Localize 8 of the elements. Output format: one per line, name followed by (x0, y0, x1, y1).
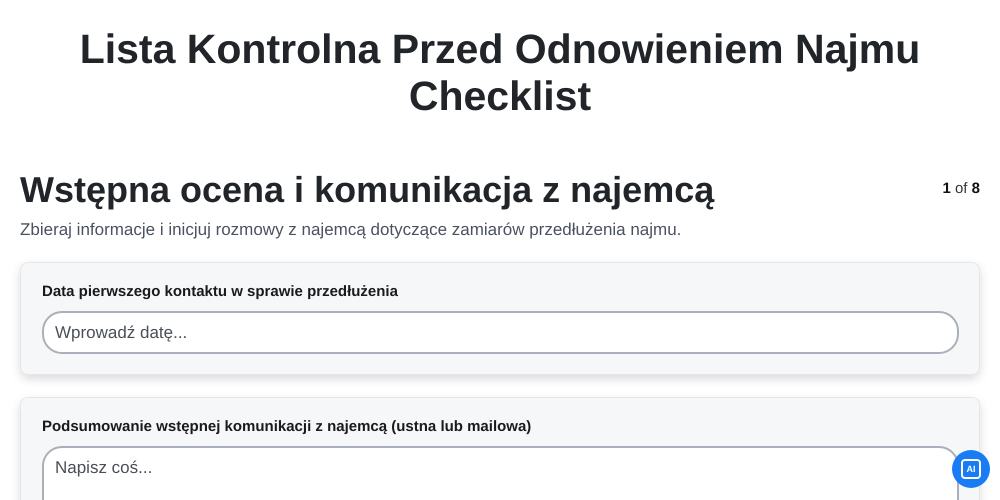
page-title: Lista Kontrolna Przed Odnowieniem Najmu Checklist (78, 26, 922, 120)
step-counter: 1 of 8 (942, 180, 980, 197)
field-label: Data pierwszego kontaktu w sprawie przedłużenia (42, 283, 399, 300)
section-description: Zbieraj informacje i inicjuj rozmowy z najemcą dotyczące zamiarów przedłużenia najmu. (20, 220, 682, 240)
input-field[interactable]: Wprowadź datę... (42, 311, 959, 354)
section-heading: Wstępna ocena i komunikacja z najemcą (20, 168, 714, 212)
text-area[interactable]: Napisz coś... (42, 446, 959, 500)
field-label: Podsumowanie wstępnej komunikacji z najemcą (ustna lub mailowa) (42, 418, 532, 435)
